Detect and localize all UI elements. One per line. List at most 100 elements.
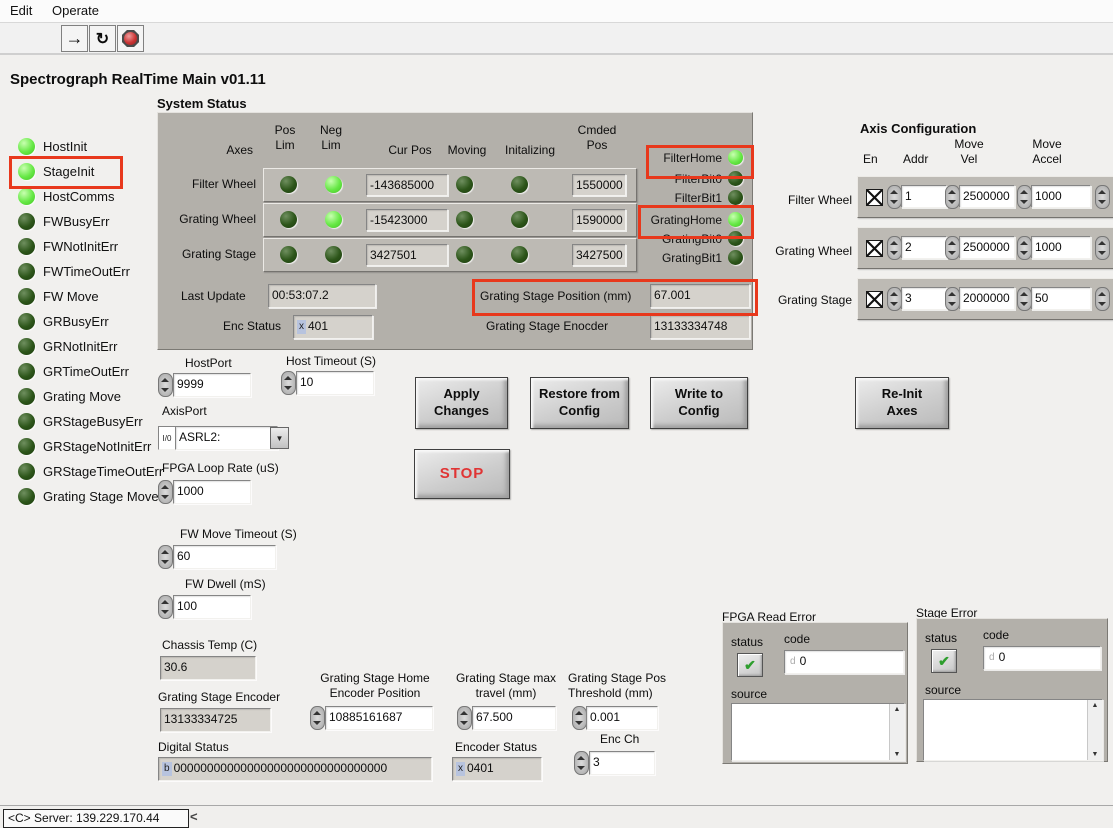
addr-input[interactable]: 1	[901, 185, 947, 208]
status-check-button[interactable]	[737, 653, 763, 677]
gs-max-travel-input[interactable]: 67.500	[472, 706, 556, 730]
gs-pos-threshold-spinner[interactable]	[572, 706, 587, 730]
fpga-loop-rate-spinner[interactable]	[158, 480, 173, 504]
radix-indicator[interactable]: d	[788, 655, 798, 669]
fw-move-timeout-input[interactable]: 60	[173, 545, 276, 569]
menu-operate[interactable]: Operate	[52, 3, 99, 18]
led-label: GRBusyErr	[43, 314, 109, 329]
col-header-cmded-pos: Cmded Pos	[573, 123, 621, 153]
gs-pos-threshold-input[interactable]: 0.001	[586, 706, 658, 730]
source-scrollbar[interactable]	[1087, 700, 1102, 760]
gs-home-encoder-input[interactable]: 10885161687	[325, 706, 433, 730]
home-led-gratingbit1: GratingBit1	[578, 250, 743, 265]
enable-checkbox[interactable]	[866, 240, 883, 257]
move-vel-spinner[interactable]	[945, 185, 960, 209]
radix-indicator[interactable]: x	[456, 762, 465, 776]
led-indicator	[18, 438, 35, 455]
enc-ch-spinner[interactable]	[574, 751, 589, 775]
move-accel-input[interactable]: 50	[1031, 287, 1091, 310]
gs-max-travel-spinner[interactable]	[457, 706, 472, 730]
host-timeout-input[interactable]: 10	[296, 371, 374, 395]
addr-input[interactable]: 3	[901, 287, 947, 310]
encoder-status-display: x0401	[452, 757, 542, 781]
scroll-down-icon[interactable]	[894, 751, 901, 758]
fw-dwell-spinner[interactable]	[158, 595, 173, 619]
gs-home-encoder-spinner[interactable]	[310, 706, 325, 730]
led-indicator	[18, 263, 35, 280]
enc-status-value: 401	[308, 319, 328, 333]
restore-from-config-button[interactable]: Restore from Config	[530, 377, 629, 429]
move-accel-spinner[interactable]	[1017, 185, 1032, 209]
fpga-loop-rate-input[interactable]: 1000	[173, 480, 251, 504]
scroll-down-icon[interactable]	[1092, 751, 1099, 758]
source-scrollbar[interactable]	[889, 704, 904, 760]
write-to-config-button[interactable]: Write to Config	[650, 377, 748, 429]
move-accel-input[interactable]: 1000	[1031, 236, 1091, 259]
addr-spinner[interactable]	[887, 287, 902, 311]
axisport-dropdown-button[interactable]	[270, 427, 289, 449]
led-label: GRStageTimeOutErr	[43, 464, 163, 479]
move-vel-spinner[interactable]	[945, 236, 960, 260]
run-arrow-icon	[66, 28, 84, 49]
stop-button[interactable]: STOP	[414, 449, 510, 499]
hostport-input[interactable]: 9999	[173, 373, 251, 397]
extra-spinner[interactable]	[1095, 287, 1110, 311]
move-accel-spinner[interactable]	[1017, 287, 1032, 311]
col-header-move-accel: Move Accel	[1022, 137, 1072, 167]
status-label: status	[731, 635, 763, 649]
hostport-spinner[interactable]	[158, 373, 173, 397]
reinit-axes-label: Re-Init Axes	[872, 386, 932, 420]
apply-changes-button[interactable]: Apply Changes	[415, 377, 508, 429]
led-indicator	[18, 313, 35, 330]
hostport-label: HostPort	[185, 356, 232, 370]
led-label: Grating Move	[43, 389, 121, 404]
radix-indicator[interactable]: x	[297, 320, 306, 334]
fw-dwell-input[interactable]: 100	[173, 595, 251, 619]
home-led-filterbit1: FilterBit1	[578, 190, 743, 205]
abort-button[interactable]	[117, 25, 144, 52]
digital-status-display: b00000000000000000000000000000000	[158, 757, 432, 781]
led-label: GRStageNotInitErr	[43, 439, 151, 454]
enable-checkbox[interactable]	[866, 189, 883, 206]
move-accel-spinner[interactable]	[1017, 236, 1032, 260]
move-vel-input[interactable]: 2500000	[959, 236, 1015, 259]
enc-ch-input[interactable]: 3	[589, 751, 655, 775]
move-accel-input[interactable]: 1000	[1031, 185, 1091, 208]
initalizing-led	[511, 246, 528, 263]
axisport-combo[interactable]: ASRL2:	[175, 426, 278, 450]
radix-indicator[interactable]: b	[162, 762, 172, 776]
menu-edit[interactable]: Edit	[10, 3, 32, 18]
status-led-grstagetimeouterr: GRStageTimeOutErr	[18, 463, 163, 480]
extra-spinner[interactable]	[1095, 185, 1110, 209]
source-textbox[interactable]	[923, 699, 1103, 761]
led-indicator	[18, 363, 35, 380]
move-vel-input[interactable]: 2000000	[959, 287, 1015, 310]
run-button[interactable]	[61, 25, 88, 52]
addr-spinner[interactable]	[887, 236, 902, 260]
system-status-title: System Status	[157, 96, 247, 111]
last-update-display: 00:53:07.2	[268, 284, 376, 308]
fw-move-timeout-spinner[interactable]	[158, 545, 173, 569]
led-label: Grating Stage Move	[43, 489, 159, 504]
menu-bar: Edit Operate	[0, 0, 1113, 23]
scrollbar-left-arrow[interactable]: <	[190, 809, 198, 824]
grating-stage-enocder-label: Grating Stage Enocder	[486, 319, 608, 333]
enable-checkbox[interactable]	[866, 291, 883, 308]
led-indicator	[18, 388, 35, 405]
scroll-up-icon[interactable]	[894, 706, 901, 713]
move-vel-input[interactable]: 2500000	[959, 185, 1015, 208]
reinit-axes-button[interactable]: Re-Init Axes	[855, 377, 949, 429]
source-textbox[interactable]	[731, 703, 905, 761]
host-timeout-spinner[interactable]	[281, 371, 296, 395]
home-led-label: FilterHome	[663, 151, 722, 165]
scroll-up-icon[interactable]	[1092, 702, 1099, 709]
radix-indicator[interactable]: d	[987, 651, 997, 665]
axis-config-row-label: Grating Stage	[762, 293, 852, 307]
extra-spinner[interactable]	[1095, 236, 1110, 260]
move-vel-spinner[interactable]	[945, 287, 960, 311]
addr-spinner[interactable]	[887, 185, 902, 209]
addr-input[interactable]: 2	[901, 236, 947, 259]
chassis-temp-display: 30.6	[160, 656, 256, 680]
status-check-button[interactable]	[931, 649, 957, 673]
run-continuous-button[interactable]	[89, 25, 116, 52]
